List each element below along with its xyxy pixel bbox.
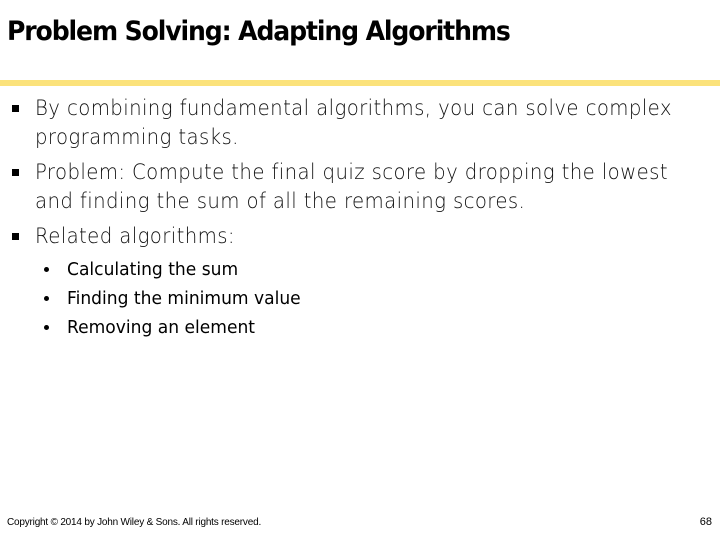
- square-bullet-icon: [12, 169, 19, 176]
- sub-bullet-text: Removing an element: [67, 317, 256, 338]
- sub-bullet-list: Calculating the sum Finding the minimum …: [0, 255, 313, 342]
- bullet-text: By combining fundamental algorithms, you…: [35, 96, 672, 149]
- slide-title: Problem Solving: Adapting Algorithms: [7, 16, 511, 47]
- copyright-footer: Copyright © 2014 by John Wiley & Sons. A…: [7, 517, 262, 528]
- title-underline-bar: [0, 80, 720, 86]
- square-bullet-icon: [12, 105, 19, 112]
- sub-bullet-text: Calculating the sum: [67, 259, 239, 280]
- round-bullet-icon: [44, 296, 49, 301]
- bullet-item: Related algorithms:: [0, 222, 720, 251]
- sub-bullet-item: Finding the minimum value: [0, 284, 313, 313]
- bullet-list: By combining fundamental algorithms, you…: [0, 94, 720, 257]
- round-bullet-icon: [44, 267, 49, 272]
- sub-bullet-text: Finding the minimum value: [67, 288, 301, 309]
- square-bullet-icon: [12, 233, 19, 240]
- sub-bullet-item: Removing an element: [0, 313, 313, 342]
- bullet-item: Problem: Compute the final quiz score by…: [0, 158, 720, 216]
- sub-bullet-item: Calculating the sum: [0, 255, 313, 284]
- bullet-item: By combining fundamental algorithms, you…: [0, 94, 720, 152]
- round-bullet-icon: [44, 325, 49, 330]
- page-number: 68: [699, 516, 712, 528]
- bullet-text: Problem: Compute the final quiz score by…: [35, 160, 668, 213]
- bullet-text: Related algorithms:: [35, 224, 235, 248]
